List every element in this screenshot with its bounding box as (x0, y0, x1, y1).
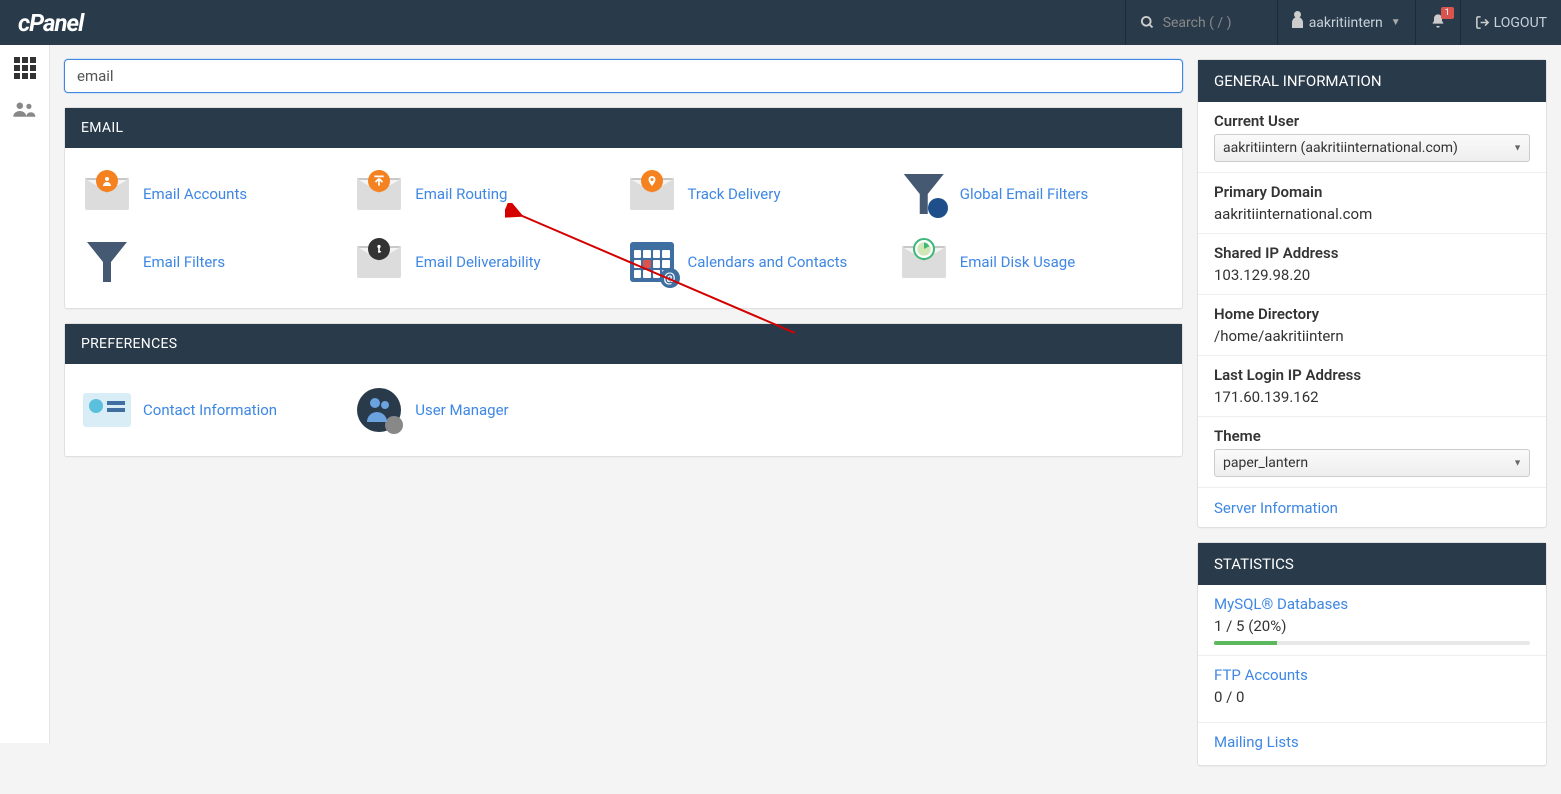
general-info-panel: GENERAL INFORMATION Current User aakriti… (1197, 59, 1547, 528)
email-panel-header[interactable]: EMAIL (65, 108, 1182, 148)
email-routing-icon (355, 170, 403, 218)
header-right: aakritiintern ▼ 1 LOGOUT (1125, 0, 1561, 45)
track-delivery-icon (628, 170, 676, 218)
email-filters-icon (83, 238, 131, 286)
email-accounts-icon (83, 170, 131, 218)
left-rail (0, 45, 50, 743)
tool-label: Track Delivery (688, 185, 781, 203)
stat-mailing-link[interactable]: Mailing Lists (1214, 733, 1530, 751)
stat-mysql-link[interactable]: MySQL® Databases (1214, 595, 1530, 613)
shared-ip-label: Shared IP Address (1214, 244, 1530, 262)
last-login-value: 171.60.139.162 (1214, 388, 1530, 406)
tool-email-disk-usage[interactable]: Email Disk Usage (896, 228, 1168, 296)
logout-button[interactable]: LOGOUT (1460, 0, 1561, 45)
stat-ftp-value: 0 / 0 (1214, 688, 1530, 706)
tool-contact-information[interactable]: Contact Information (79, 376, 351, 444)
chevron-down-icon: ▼ (1391, 17, 1401, 28)
header-search[interactable] (1125, 0, 1277, 45)
current-user-label: Current User (1214, 112, 1530, 130)
last-login-label: Last Login IP Address (1214, 366, 1530, 384)
server-info-link[interactable]: Server Information (1214, 499, 1338, 517)
stat-mysql-progress (1214, 641, 1530, 645)
tool-label: Contact Information (143, 401, 277, 419)
logout-icon (1475, 15, 1490, 30)
sidebar: GENERAL INFORMATION Current User aakriti… (1197, 59, 1547, 780)
tool-label: Email Deliverability (415, 253, 540, 271)
shared-ip-value: 103.129.98.20 (1214, 266, 1530, 284)
globe-icon (928, 198, 948, 218)
tool-email-filters[interactable]: Email Filters (79, 228, 351, 296)
tool-global-email-filters[interactable]: Global Email Filters (896, 160, 1168, 228)
disk-usage-icon (900, 238, 948, 286)
email-panel: EMAIL Email Accounts Email Routing Track… (64, 107, 1183, 309)
tool-email-accounts[interactable]: Email Accounts (79, 160, 351, 228)
theme-label: Theme (1214, 427, 1530, 445)
search-icon (1140, 15, 1155, 30)
logout-label: LOGOUT (1494, 15, 1547, 31)
stat-ftp-link[interactable]: FTP Accounts (1214, 666, 1530, 684)
tool-calendars-contacts[interactable]: @ Calendars and Contacts (624, 228, 896, 296)
home-dir-label: Home Directory (1214, 305, 1530, 323)
user-menu[interactable]: aakritiintern ▼ (1277, 0, 1415, 45)
tool-email-deliverability[interactable]: Email Deliverability (351, 228, 623, 296)
primary-domain-value: aakritiinternational.com (1214, 205, 1530, 223)
preferences-panel: PREFERENCES Contact Information User Man… (64, 323, 1183, 457)
current-user-select[interactable]: aakritiintern (aakritiinternational.com) (1214, 134, 1530, 162)
home-dir-value: /home/aakritiintern (1214, 327, 1530, 345)
main-column: EMAIL Email Accounts Email Routing Track… (64, 59, 1183, 780)
contact-info-icon (83, 386, 131, 434)
email-deliverability-icon (355, 238, 403, 286)
top-header: cPanel aakritiintern ▼ 1 LOGOUT (0, 0, 1561, 45)
user-icon (1292, 17, 1303, 28)
rail-users-icon[interactable] (12, 99, 38, 125)
cpanel-logo[interactable]: cPanel (18, 9, 83, 37)
preferences-panel-header[interactable]: PREFERENCES (65, 324, 1182, 364)
tool-email-routing[interactable]: Email Routing (351, 160, 623, 228)
primary-domain-label: Primary Domain (1214, 183, 1530, 201)
global-filters-icon (900, 170, 948, 218)
rail-apps-icon[interactable] (14, 57, 36, 79)
statistics-panel: STATISTICS MySQL® Databases 1 / 5 (20%) … (1197, 542, 1547, 766)
main-search-input[interactable] (64, 59, 1183, 93)
header-search-input[interactable] (1163, 15, 1263, 31)
tool-label: Global Email Filters (960, 185, 1089, 203)
tool-label: Calendars and Contacts (688, 253, 848, 271)
general-info-header[interactable]: GENERAL INFORMATION (1198, 60, 1546, 102)
user-manager-icon (355, 386, 403, 434)
tool-label: Email Accounts (143, 185, 247, 203)
content-wrap: EMAIL Email Accounts Email Routing Track… (50, 45, 1561, 794)
stat-mysql-value: 1 / 5 (20%) (1214, 617, 1530, 635)
tool-track-delivery[interactable]: Track Delivery (624, 160, 896, 228)
statistics-header[interactable]: STATISTICS (1198, 543, 1546, 585)
notifications-button[interactable]: 1 (1415, 0, 1460, 45)
username-label: aakritiintern (1309, 15, 1383, 31)
notification-badge: 1 (1441, 7, 1454, 20)
tool-label: User Manager (415, 401, 508, 419)
tool-label: Email Disk Usage (960, 253, 1075, 271)
tool-user-manager[interactable]: User Manager (351, 376, 623, 444)
tool-label: Email Routing (415, 185, 507, 203)
tool-label: Email Filters (143, 253, 225, 271)
theme-select[interactable]: paper_lantern (1214, 449, 1530, 477)
calendar-icon: @ (628, 238, 676, 286)
header-left: cPanel (0, 9, 83, 37)
